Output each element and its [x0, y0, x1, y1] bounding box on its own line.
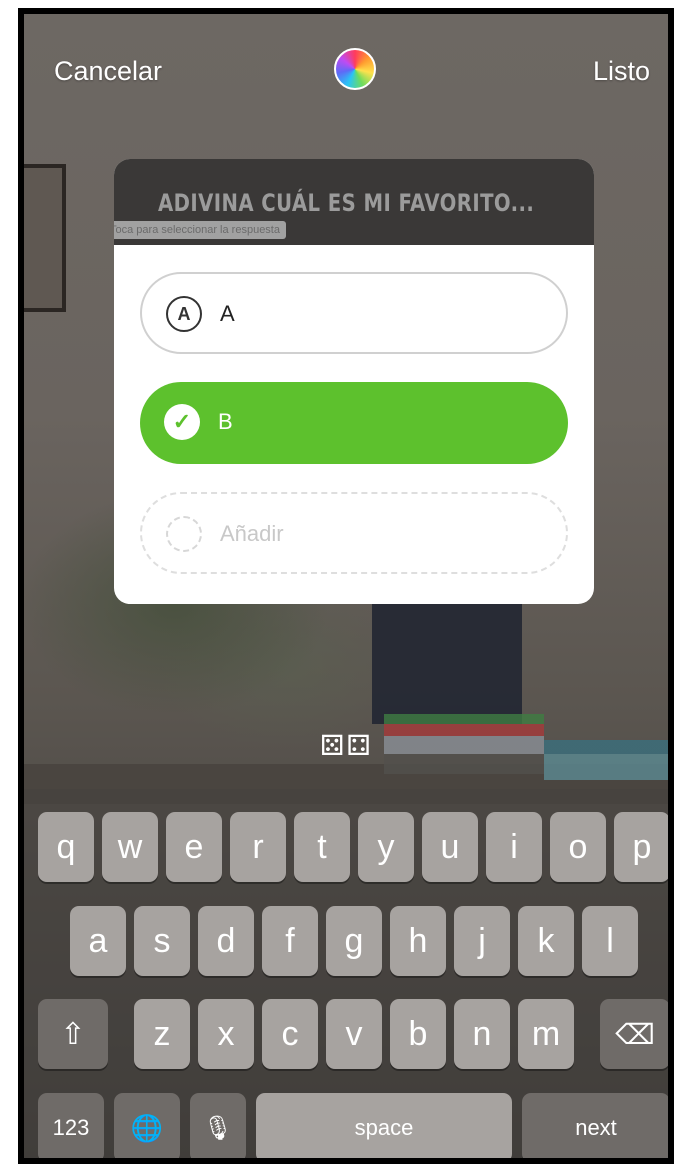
option-b-label[interactable]: B — [218, 409, 233, 435]
key-r[interactable]: r — [230, 812, 286, 882]
key-i[interactable]: i — [486, 812, 542, 882]
background-dark-box — [372, 604, 522, 724]
done-button[interactable]: Listo — [593, 56, 650, 87]
key-n[interactable]: n — [454, 999, 510, 1069]
add-option-label: Añadir — [220, 521, 284, 546]
key-e[interactable]: e — [166, 812, 222, 882]
key-v[interactable]: v — [326, 999, 382, 1069]
key-u[interactable]: u — [422, 812, 478, 882]
globe-key-icon[interactable]: 🌐 — [114, 1093, 180, 1158]
key-z[interactable]: z — [134, 999, 190, 1069]
key-b[interactable]: b — [390, 999, 446, 1069]
key-m[interactable]: m — [518, 999, 574, 1069]
key-h[interactable]: h — [390, 906, 446, 976]
background-books — [384, 714, 544, 774]
key-l[interactable]: l — [582, 906, 638, 976]
key-q[interactable]: q — [38, 812, 94, 882]
quiz-option-a[interactable]: A A — [140, 272, 568, 354]
background-picture-frame — [24, 164, 66, 312]
numbers-key[interactable]: 123 — [38, 1093, 104, 1158]
key-p[interactable]: p — [614, 812, 668, 882]
microphone-key-icon[interactable]: 🎙 — [190, 1093, 246, 1158]
key-x[interactable]: x — [198, 999, 254, 1069]
quiz-option-b[interactable]: ✓ B — [140, 382, 568, 464]
backspace-key-icon[interactable]: ⌫ — [600, 999, 668, 1069]
key-k[interactable]: k — [518, 906, 574, 976]
quiz-sticker: ADIVINA CUÁL ES MI FAVORITO... Toca para… — [114, 159, 594, 604]
color-wheel-icon[interactable] — [334, 48, 376, 90]
key-a[interactable]: a — [70, 906, 126, 976]
screen: ⚄⚃ Cancelar Listo ADIVINA CUÁL ES MI FAV… — [18, 8, 674, 1164]
key-j[interactable]: j — [454, 906, 510, 976]
key-o[interactable]: o — [550, 812, 606, 882]
key-s[interactable]: s — [134, 906, 190, 976]
dice-icon: ⚄⚃ — [320, 730, 373, 761]
option-a-marker: A — [166, 296, 202, 332]
quiz-header: ADIVINA CUÁL ES MI FAVORITO... Toca para… — [114, 159, 594, 245]
add-option-marker — [166, 516, 202, 552]
keyboard: q w e r t y u i o p a s d f g h j k l ⇧ … — [24, 789, 668, 1158]
cancel-button[interactable]: Cancelar — [54, 56, 162, 87]
key-c[interactable]: c — [262, 999, 318, 1069]
quiz-hint-tooltip: Toca para seleccionar la respuesta — [114, 221, 286, 239]
shift-key-icon[interactable]: ⇧ — [38, 999, 108, 1069]
add-option-button[interactable]: Añadir — [140, 492, 568, 574]
next-key[interactable]: next — [522, 1093, 668, 1158]
background-books-right — [544, 740, 668, 780]
quiz-title[interactable]: ADIVINA CUÁL ES MI FAVORITO... — [158, 189, 534, 217]
key-g[interactable]: g — [326, 906, 382, 976]
checkmark-icon: ✓ — [164, 404, 200, 440]
key-d[interactable]: d — [198, 906, 254, 976]
option-a-label[interactable]: A — [220, 301, 235, 327]
key-y[interactable]: y — [358, 812, 414, 882]
key-w[interactable]: w — [102, 812, 158, 882]
key-t[interactable]: t — [294, 812, 350, 882]
key-f[interactable]: f — [262, 906, 318, 976]
space-key[interactable]: space — [256, 1093, 512, 1158]
